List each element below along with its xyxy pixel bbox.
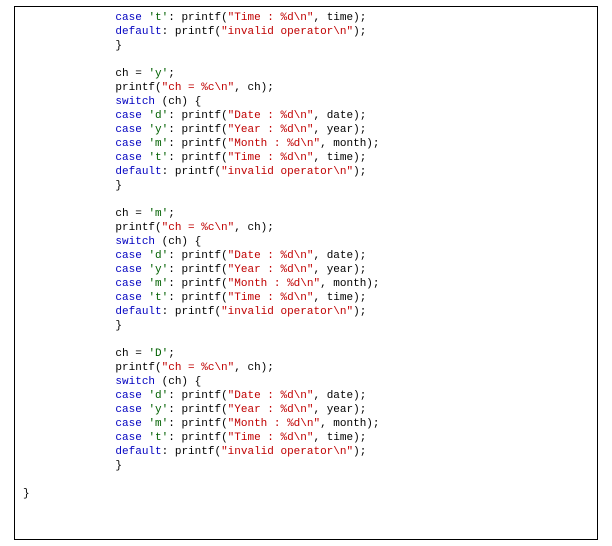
code-line: printf("ch = %c\n", ch); — [15, 221, 597, 235]
blank-line — [15, 193, 597, 207]
code-line: case 't': printf("Time : %d\n", time); — [15, 431, 597, 445]
code-line: case 'd': printf("Date : %d\n", date); — [15, 249, 597, 263]
code-line: switch (ch) { — [15, 235, 597, 249]
code-line: default: printf("invalid operator\n"); — [15, 305, 597, 319]
blank-line — [15, 333, 597, 347]
code-line: case 'm': printf("Month : %d\n", month); — [15, 277, 597, 291]
code-line: case 't': printf("Time : %d\n", time); — [15, 11, 597, 25]
code-line: ch = 'm'; — [15, 207, 597, 221]
code-line: default: printf("invalid operator\n"); — [15, 445, 597, 459]
code-line: default: printf("invalid operator\n"); — [15, 25, 597, 39]
code-line: ch = 'y'; — [15, 67, 597, 81]
code-line: printf("ch = %c\n", ch); — [15, 361, 597, 375]
code-line: } — [15, 459, 597, 473]
code-line: case 't': printf("Time : %d\n", time); — [15, 291, 597, 305]
code-line: case 'y': printf("Year : %d\n", year); — [15, 123, 597, 137]
code-line: default: printf("invalid operator\n"); — [15, 165, 597, 179]
code-line: case 'm': printf("Month : %d\n", month); — [15, 137, 597, 151]
code-line: } — [15, 319, 597, 333]
code-line: case 'm': printf("Month : %d\n", month); — [15, 417, 597, 431]
code-line: printf("ch = %c\n", ch); — [15, 81, 597, 95]
code-line: case 'y': printf("Year : %d\n", year); — [15, 403, 597, 417]
code-line: case 'd': printf("Date : %d\n", date); — [15, 109, 597, 123]
code-line: } — [15, 179, 597, 193]
code-line: case 'd': printf("Date : %d\n", date); — [15, 389, 597, 403]
code-line: } — [15, 487, 597, 501]
code-line: case 't': printf("Time : %d\n", time); — [15, 151, 597, 165]
blank-line — [15, 473, 597, 487]
code-line: switch (ch) { — [15, 95, 597, 109]
blank-line — [15, 53, 597, 67]
code-line: } — [15, 39, 597, 53]
code-line: case 'y': printf("Year : %d\n", year); — [15, 263, 597, 277]
code-line: ch = 'D'; — [15, 347, 597, 361]
code-block: case 't': printf("Time : %d\n", time); d… — [14, 6, 598, 540]
code-line: switch (ch) { — [15, 375, 597, 389]
